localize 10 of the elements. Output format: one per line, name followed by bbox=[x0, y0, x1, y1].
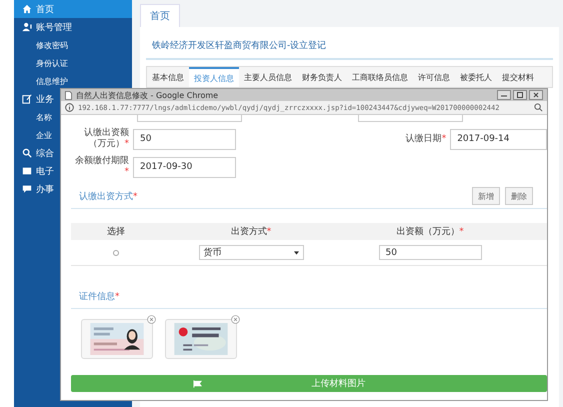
section-title: 证件信息* bbox=[79, 290, 120, 302]
column-header: 选择 bbox=[106, 226, 126, 238]
section-title: 认缴出资方式* bbox=[79, 190, 138, 202]
window-title: 自然人出资信息修改 - Google Chrome bbox=[76, 90, 220, 100]
field-label: 余额缴付期限 * bbox=[74, 156, 129, 178]
field-label: 认缴出资额（万元）* bbox=[83, 128, 129, 150]
company-title: 铁岭经济开发区轩盈商贸有限公司-设立登记 bbox=[146, 35, 553, 60]
column-header: 出资额（万元）* bbox=[395, 226, 465, 238]
field-label: 认缴日期* bbox=[404, 134, 446, 144]
column-header: 出资方式* bbox=[230, 226, 272, 238]
